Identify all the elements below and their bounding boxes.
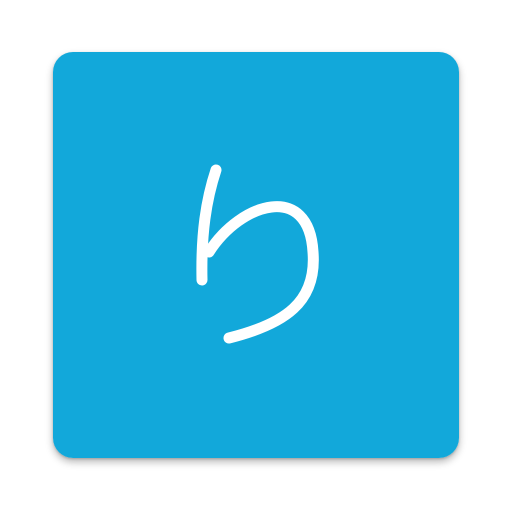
screen <box>0 0 512 512</box>
app-icon[interactable] <box>53 52 459 458</box>
icon-background <box>53 52 459 458</box>
hiragana-ri-icon <box>53 52 459 458</box>
